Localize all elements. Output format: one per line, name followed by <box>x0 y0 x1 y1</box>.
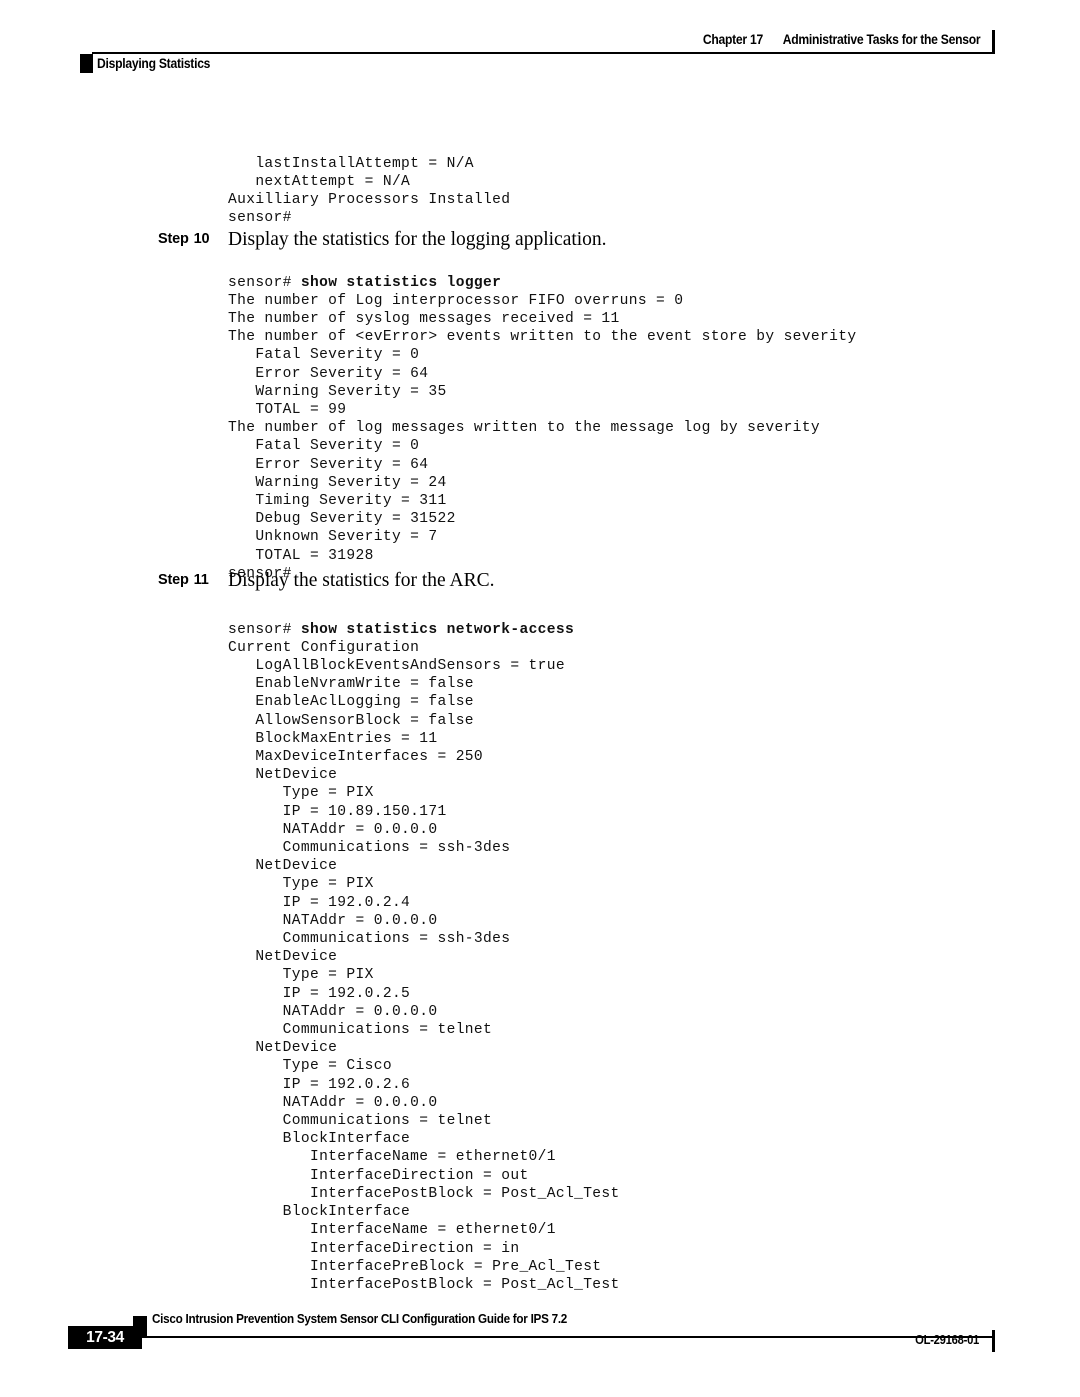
code-block-logger: sensor# show statistics logger The numbe… <box>228 274 856 583</box>
code-prompt-network-access: sensor# <box>228 621 301 638</box>
header-chapter-number: Chapter 17 <box>702 32 763 47</box>
code-block-top: lastInstallAttempt = N/A nextAttempt = N… <box>228 155 511 227</box>
code-command-logger: show statistics logger <box>300 274 502 291</box>
footer-page-number: 17-34 <box>86 1329 124 1346</box>
header-chapter-title: Administrative Tasks for the Sensor <box>782 32 980 47</box>
step-word-11: Step <box>158 572 189 588</box>
footer-page-number-box: 17-34 <box>68 1326 142 1349</box>
step-label-11: Step 11 <box>158 572 209 588</box>
code-prompt-logger: sensor# <box>228 274 301 291</box>
step-number-11: 11 <box>193 572 209 588</box>
footer-document-id: OL-29168-01 <box>915 1333 979 1347</box>
header-marker-square <box>80 54 93 73</box>
footer-rule <box>142 1336 994 1338</box>
step-word-10: Step <box>158 231 189 247</box>
footer-rule-end-tick <box>992 1330 995 1352</box>
step-number-10: 10 <box>193 231 210 247</box>
header-rule <box>92 52 994 54</box>
code-output-logger: The number of Log interprocessor FIFO ov… <box>228 292 857 582</box>
header-chapter: Chapter 17 Administrative Tasks for the S… <box>702 32 980 47</box>
step-text-10: Display the statistics for the logging a… <box>228 229 607 250</box>
step-text-11: Display the statistics for the ARC. <box>228 570 495 591</box>
code-block-network-access: sensor# show statistics network-access C… <box>228 621 620 1295</box>
step-label-10: Step 10 <box>158 231 210 247</box>
page-header: Chapter 17 Administrative Tasks for the S… <box>0 0 1080 90</box>
header-rule-end-tick <box>992 30 995 54</box>
header-section-title: Displaying Statistics <box>97 56 211 71</box>
footer-document-title: Cisco Intrusion Prevention System Sensor… <box>152 1311 568 1326</box>
code-output-network-access: Current Configuration LogAllBlockEventsA… <box>228 639 620 1293</box>
code-command-network-access: show statistics network-access <box>300 621 575 638</box>
